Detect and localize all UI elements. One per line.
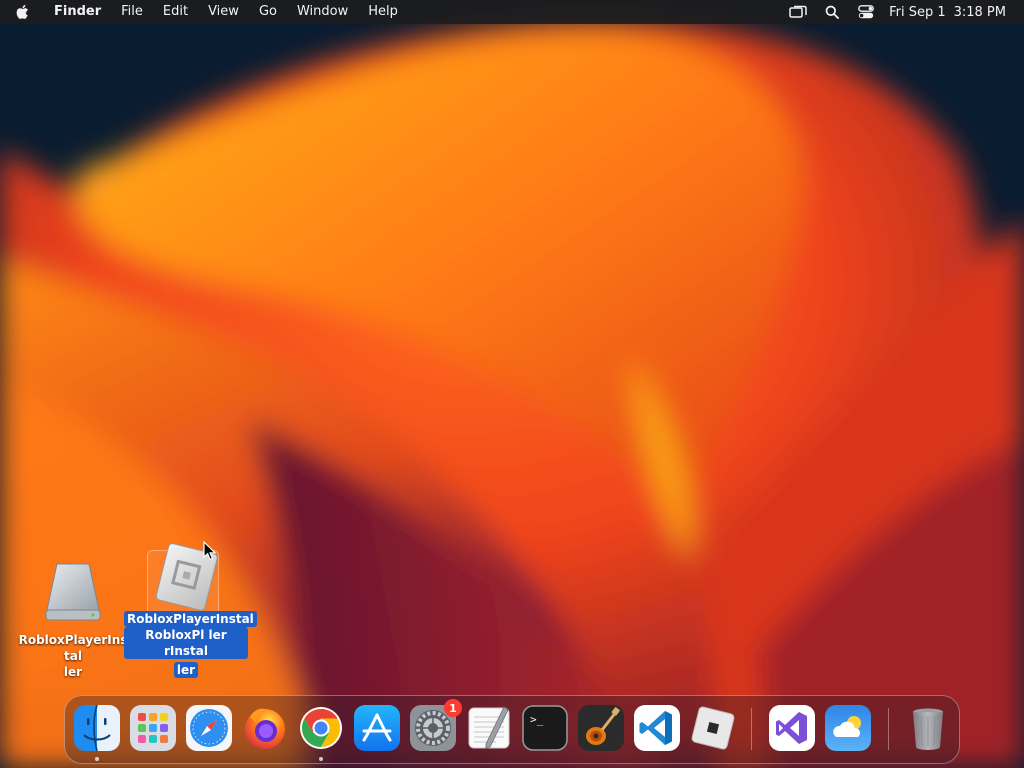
- menu-view[interactable]: View: [198, 0, 249, 24]
- label-line-2: RobloxPl ler rInstal: [124, 627, 248, 659]
- apple-menu-icon[interactable]: [0, 0, 44, 24]
- label-line-3: ler: [173, 662, 199, 678]
- label-line-1: RobloxPlayerInstal: [18, 633, 128, 663]
- label-line-1: RobloxPlayerInstal: [124, 611, 257, 627]
- trash-icon[interactable]: [905, 705, 951, 751]
- terminal-prompt: >_: [530, 713, 544, 726]
- menu-edit[interactable]: Edit: [153, 0, 198, 24]
- menu-go[interactable]: Go: [249, 0, 287, 24]
- chrome-icon[interactable]: [298, 705, 344, 761]
- weather-icon[interactable]: [825, 705, 871, 751]
- clock-date: Fri Sep 1: [889, 4, 946, 20]
- terminal-icon[interactable]: >_: [522, 705, 568, 751]
- notification-badge: 1: [444, 699, 462, 717]
- firefox-icon[interactable]: [242, 705, 288, 751]
- visual-studio-icon[interactable]: [769, 705, 815, 751]
- roblox-icon[interactable]: [690, 705, 736, 751]
- spotlight-search-icon[interactable]: [815, 0, 849, 24]
- menu-window[interactable]: Window: [287, 0, 358, 24]
- garageband-icon[interactable]: [578, 705, 624, 751]
- desktop-icon-label-editing: RobloxPlayerInstal RobloxPl ler rInstal …: [124, 608, 257, 678]
- desktop-icon-installer-volume[interactable]: RobloxPlayerInstal ler: [16, 560, 130, 680]
- menu-bar: Finder File Edit View Go Window Help Fri…: [0, 0, 1024, 24]
- control-center-icon[interactable]: [849, 0, 883, 24]
- dock-separator: [751, 708, 752, 750]
- screen-mirroring-icon[interactable]: [781, 0, 815, 24]
- label-line-2: ler: [63, 665, 83, 679]
- dock-separator: [888, 708, 889, 750]
- desktop-icon-label: RobloxPlayerInstal ler: [16, 632, 130, 680]
- app-menu-finder[interactable]: Finder: [44, 0, 111, 24]
- safari-icon[interactable]: [186, 705, 232, 751]
- external-drive-icon: [43, 560, 103, 624]
- dock: 1 >_: [64, 695, 960, 764]
- menu-bar-clock[interactable]: Fri Sep 1 3:18 PM: [883, 5, 1024, 20]
- mouse-cursor-icon: [203, 540, 217, 565]
- menu-help[interactable]: Help: [358, 0, 408, 24]
- vscode-icon[interactable]: [634, 705, 680, 751]
- finder-icon[interactable]: [74, 705, 120, 761]
- textedit-icon[interactable]: [466, 705, 512, 751]
- system-settings-icon[interactable]: 1: [410, 699, 462, 751]
- clock-time: 3:18 PM: [953, 4, 1006, 20]
- menu-file[interactable]: File: [111, 0, 153, 24]
- app-store-icon[interactable]: [354, 705, 400, 751]
- launchpad-icon[interactable]: [130, 705, 176, 751]
- running-indicator: [95, 757, 99, 761]
- running-indicator: [319, 757, 323, 761]
